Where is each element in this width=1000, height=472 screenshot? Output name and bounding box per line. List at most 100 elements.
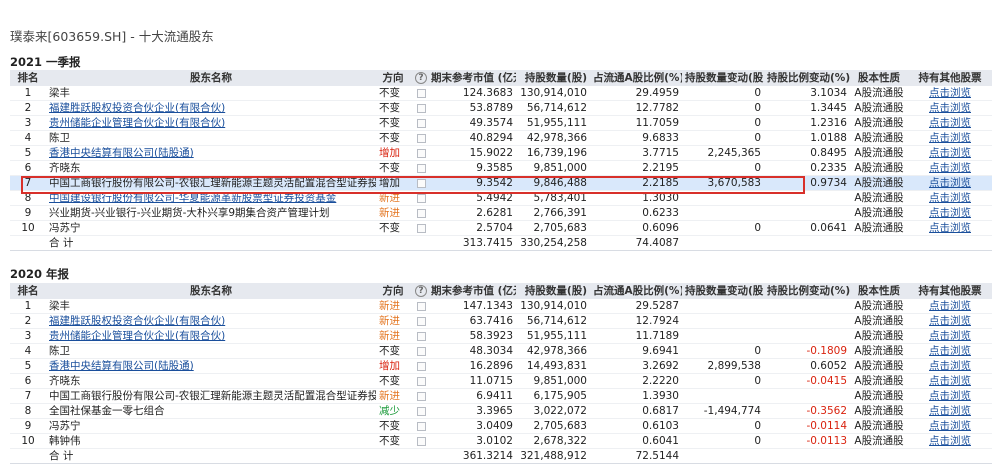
- info-cell: [410, 328, 428, 344]
- info-icon[interactable]: [417, 178, 426, 188]
- rank-cell: 1: [10, 299, 46, 314]
- other-stocks-cell: 点击浏览: [908, 86, 992, 101]
- col-header-shares: 持股数量(股): [516, 283, 590, 299]
- view-other-stocks-link[interactable]: 点击浏览: [929, 330, 971, 342]
- info-icon[interactable]: [417, 361, 426, 371]
- nature-cell: A股流通股: [850, 145, 908, 161]
- info-icon[interactable]: [417, 406, 426, 416]
- col-header-nature: 股本性质: [850, 70, 908, 86]
- view-other-stocks-link[interactable]: 点击浏览: [929, 132, 971, 144]
- col-header-help[interactable]: ?: [410, 283, 428, 299]
- info-icon[interactable]: [417, 163, 426, 173]
- shares-cell: 2,705,683: [516, 220, 590, 236]
- ratio-change-cell: 0.8495: [764, 145, 850, 161]
- total-label: 合 计: [46, 235, 376, 251]
- info-icon[interactable]: [417, 436, 426, 446]
- other-stocks-cell: 点击浏览: [908, 175, 992, 191]
- header-row: 排名股东名称方向?期末参考市值 (亿元)持股数量(股)占流通A股比例(%)持股数…: [10, 70, 992, 86]
- nature-cell: A股流通股: [850, 373, 908, 389]
- market-value-cell: 6.9411: [428, 388, 516, 404]
- view-other-stocks-link[interactable]: 点击浏览: [929, 222, 971, 234]
- shareholder-name-cell: 中国建设银行股份有限公司-华夏能源革新股票型证券投资基金: [46, 190, 376, 206]
- shareholder-name-cell: 冯苏宁: [46, 220, 376, 236]
- info-icon[interactable]: [417, 316, 426, 326]
- shares-change-cell: [682, 388, 764, 404]
- view-other-stocks-link[interactable]: 点击浏览: [929, 192, 971, 204]
- shareholder-link[interactable]: 香港中央结算有限公司(陆股通): [49, 360, 194, 372]
- col-header-help[interactable]: ?: [410, 70, 428, 86]
- info-icon[interactable]: [417, 103, 426, 113]
- table-row: 7 中国工商银行股份有限公司-农银汇理新能源主题灵活配置混合型证券投资基金 增加 9.…: [10, 175, 992, 191]
- info-icon[interactable]: [417, 331, 426, 341]
- shareholder-name-cell: 陈卫: [46, 130, 376, 146]
- info-icon[interactable]: [417, 346, 426, 356]
- shares-change-cell: 0: [682, 86, 764, 101]
- ratio-cell: 12.7782: [590, 100, 682, 116]
- info-icon[interactable]: [417, 208, 426, 218]
- view-other-stocks-link[interactable]: 点击浏览: [929, 360, 971, 372]
- view-other-stocks-link[interactable]: 点击浏览: [929, 207, 971, 219]
- view-other-stocks-link[interactable]: 点击浏览: [929, 435, 971, 447]
- info-cell: [410, 403, 428, 419]
- rank-cell: 3: [10, 328, 46, 344]
- ratio-cell: 1.3930: [590, 388, 682, 404]
- shareholder-link[interactable]: 福建胜跃股权投资合伙企业(有限合伙): [49, 315, 225, 327]
- view-other-stocks-link[interactable]: 点击浏览: [929, 315, 971, 327]
- total-shares: 321,488,912: [516, 448, 590, 464]
- shareholder-link[interactable]: 贵州储能企业管理合伙企业(有限合伙): [49, 117, 225, 129]
- info-icon[interactable]: [417, 118, 426, 128]
- info-icon[interactable]: [417, 391, 426, 401]
- view-other-stocks-link[interactable]: 点击浏览: [929, 300, 971, 312]
- shareholder-link[interactable]: 福建胜跃股权投资合伙企业(有限合伙): [49, 102, 225, 114]
- view-other-stocks-link[interactable]: 点击浏览: [929, 405, 971, 417]
- info-icon[interactable]: [417, 376, 426, 386]
- ratio-change-cell: 0.2335: [764, 160, 850, 176]
- shares-cell: 51,955,111: [516, 328, 590, 344]
- other-stocks-cell: 点击浏览: [908, 299, 992, 314]
- rank-cell: 6: [10, 373, 46, 389]
- direction-cell: 减少: [376, 403, 410, 419]
- info-icon[interactable]: [417, 223, 426, 233]
- table-row: 8 中国建设银行股份有限公司-华夏能源革新股票型证券投资基金 新进 5.4942 5,7…: [10, 190, 992, 206]
- shares-cell: 6,175,905: [516, 388, 590, 404]
- view-other-stocks-link[interactable]: 点击浏览: [929, 87, 971, 99]
- nature-cell: A股流通股: [850, 358, 908, 374]
- nature-cell: A股流通股: [850, 100, 908, 116]
- shareholder-link[interactable]: 中国建设银行股份有限公司-华夏能源革新股票型证券投资基金: [49, 192, 336, 204]
- shareholder-name-cell: 梁丰: [46, 86, 376, 101]
- other-stocks-cell: 点击浏览: [908, 418, 992, 434]
- shares-change-cell: [682, 313, 764, 329]
- view-other-stocks-link[interactable]: 点击浏览: [929, 147, 971, 159]
- shareholder-link[interactable]: 香港中央结算有限公司(陆股通): [49, 147, 194, 159]
- total-row: 合 计 361.3214 321,488,912 72.5144: [10, 448, 992, 464]
- ratio-cell: 3.2692: [590, 358, 682, 374]
- view-other-stocks-link[interactable]: 点击浏览: [929, 102, 971, 114]
- info-icon[interactable]: [417, 421, 426, 431]
- view-other-stocks-link[interactable]: 点击浏览: [929, 117, 971, 129]
- info-icon[interactable]: [417, 133, 426, 143]
- view-other-stocks-link[interactable]: 点击浏览: [929, 345, 971, 357]
- rank-cell: 7: [10, 175, 46, 191]
- nature-cell: A股流通股: [850, 313, 908, 329]
- info-icon[interactable]: [417, 88, 426, 98]
- info-icon[interactable]: [417, 148, 426, 158]
- info-icon[interactable]: [417, 193, 426, 203]
- header-row: 排名股东名称方向?期末参考市值 (亿元)持股数量(股)占流通A股比例(%)持股数…: [10, 283, 992, 299]
- view-other-stocks-link[interactable]: 点击浏览: [929, 390, 971, 402]
- direction-cell: 不变: [376, 86, 410, 101]
- rank-cell: 3: [10, 115, 46, 131]
- info-icon[interactable]: [417, 301, 426, 311]
- ratio-cell: 9.6941: [590, 343, 682, 359]
- view-other-stocks-link[interactable]: 点击浏览: [929, 375, 971, 387]
- view-other-stocks-link[interactable]: 点击浏览: [929, 162, 971, 174]
- shareholder-link[interactable]: 贵州储能企业管理合伙企业(有限合伙): [49, 330, 225, 342]
- direction-cell: 增加: [376, 358, 410, 374]
- total-ratio: 72.5144: [590, 448, 682, 464]
- shares-change-cell: 0: [682, 343, 764, 359]
- total-spacer: [10, 448, 46, 464]
- shares-cell: 16,739,196: [516, 145, 590, 161]
- help-icon[interactable]: ?: [415, 285, 427, 297]
- help-icon[interactable]: ?: [415, 72, 427, 84]
- view-other-stocks-link[interactable]: 点击浏览: [929, 177, 971, 189]
- view-other-stocks-link[interactable]: 点击浏览: [929, 420, 971, 432]
